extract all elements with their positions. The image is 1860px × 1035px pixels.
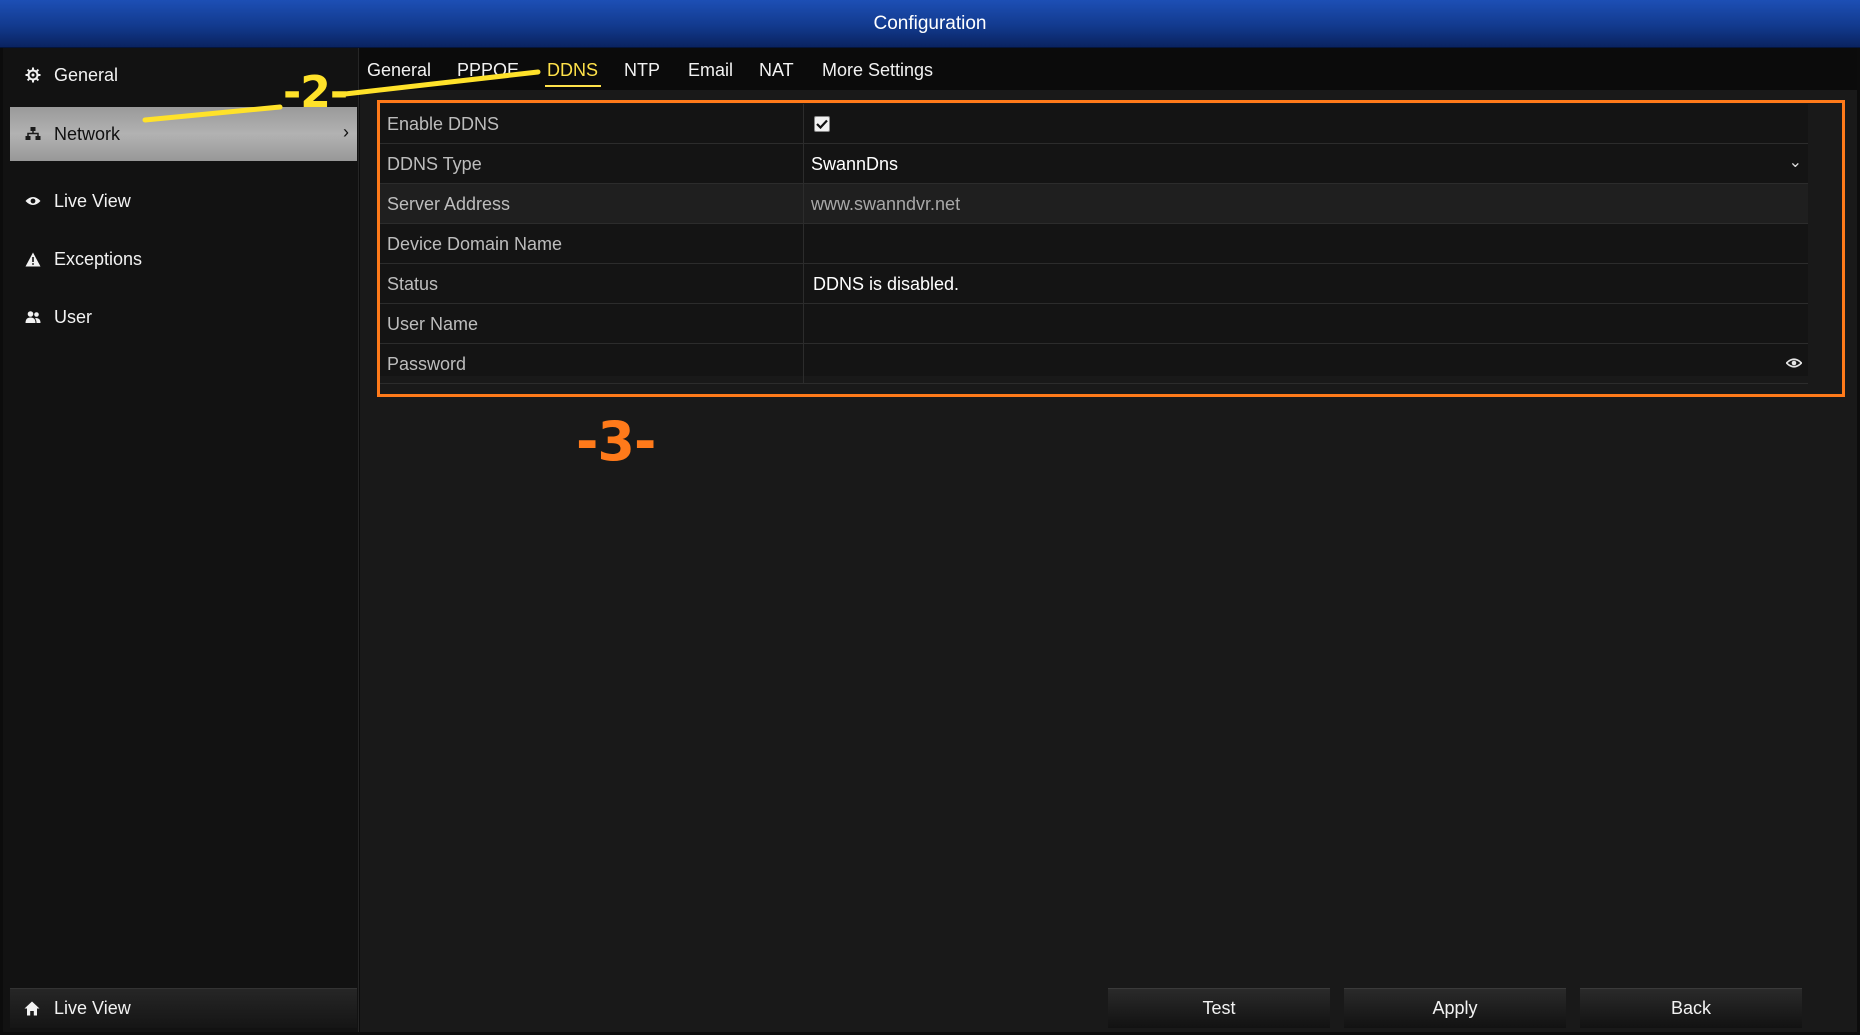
ddns-type-row: DDNS Type SwannDns ⌄ (378, 144, 1808, 184)
tab-nat[interactable]: NAT (759, 60, 794, 81)
user-name-label: User Name (387, 314, 479, 334)
enable-ddns-row: Enable DDNS (378, 104, 1808, 144)
status-label: Status (387, 274, 439, 294)
ddns-type-label: DDNS Type (387, 154, 482, 174)
sidebar: General Network › Live View Exceptions U… (3, 48, 359, 1032)
tab-ntp[interactable]: NTP (624, 60, 660, 81)
tab-bar: General PPPOE DDNS NTP Email NAT More Se… (360, 48, 1857, 90)
enable-ddns-checkbox[interactable] (814, 116, 830, 132)
device-domain-name-row: Device Domain Name (378, 224, 1808, 264)
annotation-step-2: -2- (283, 67, 348, 118)
live-view-button[interactable]: Live View (10, 988, 357, 1028)
sidebar-item-label: Live View (54, 190, 131, 211)
sidebar-item-live-view[interactable]: Live View (10, 174, 357, 228)
tab-ddns[interactable]: DDNS (547, 60, 598, 81)
home-icon (24, 1000, 42, 1018)
gear-icon (24, 66, 42, 84)
window-title: Configuration (873, 12, 987, 34)
device-domain-name-label: Device Domain Name (387, 234, 563, 254)
warning-icon (24, 250, 42, 268)
back-button[interactable]: Back (1580, 988, 1802, 1028)
server-address-row: Server Address www.swanndvr.net (378, 184, 1808, 224)
status-row: Status DDNS is disabled. (378, 264, 1808, 304)
password-label: Password (387, 354, 467, 374)
enable-ddns-label: Enable DDNS (387, 114, 500, 134)
status-value: DDNS is disabled. (813, 274, 960, 294)
password-field[interactable] (804, 344, 1808, 384)
ddns-type-value: SwannDns (811, 154, 899, 174)
network-icon (24, 125, 42, 143)
annotation-step-3: -3- (576, 410, 656, 473)
active-tab-underline (545, 85, 601, 87)
tab-pppoe[interactable]: PPPOE (457, 60, 519, 81)
apply-button[interactable]: Apply (1344, 988, 1566, 1028)
server-address-label: Server Address (387, 194, 511, 214)
chevron-down-icon[interactable]: ⌄ (1789, 152, 1802, 172)
test-button[interactable]: Test (1108, 988, 1330, 1028)
eye-icon (24, 192, 42, 210)
server-address-value: www.swanndvr.net (811, 194, 961, 214)
sidebar-item-label: Network (54, 123, 121, 144)
live-view-label: Live View (54, 998, 131, 1018)
checkmark-icon (816, 119, 828, 129)
user-name-row: User Name (378, 304, 1808, 344)
tab-more-settings[interactable]: More Settings (822, 60, 933, 81)
title-bar: Configuration (0, 0, 1860, 48)
tab-general[interactable]: General (367, 60, 431, 81)
ddns-form: Enable DDNS DDNS Type SwannDns ⌄ Server … (378, 104, 1808, 384)
tab-email[interactable]: Email (688, 60, 733, 81)
sidebar-item-label: User (54, 306, 93, 327)
sidebar-item-label: Exceptions (54, 248, 143, 269)
sidebar-item-exceptions[interactable]: Exceptions (10, 232, 357, 286)
show-password-eye-icon[interactable] (1785, 356, 1803, 374)
password-row: Password (378, 344, 1808, 384)
sidebar-item-label: General (54, 64, 119, 85)
sidebar-item-user[interactable]: User (10, 290, 357, 344)
chevron-right-icon: › (343, 122, 349, 142)
device-domain-name-field[interactable] (804, 224, 1808, 264)
user-name-field[interactable] (804, 304, 1808, 344)
main-panel: General PPPOE DDNS NTP Email NAT More Se… (360, 48, 1857, 1032)
users-icon (24, 308, 42, 326)
ddns-type-select[interactable] (804, 144, 1808, 184)
